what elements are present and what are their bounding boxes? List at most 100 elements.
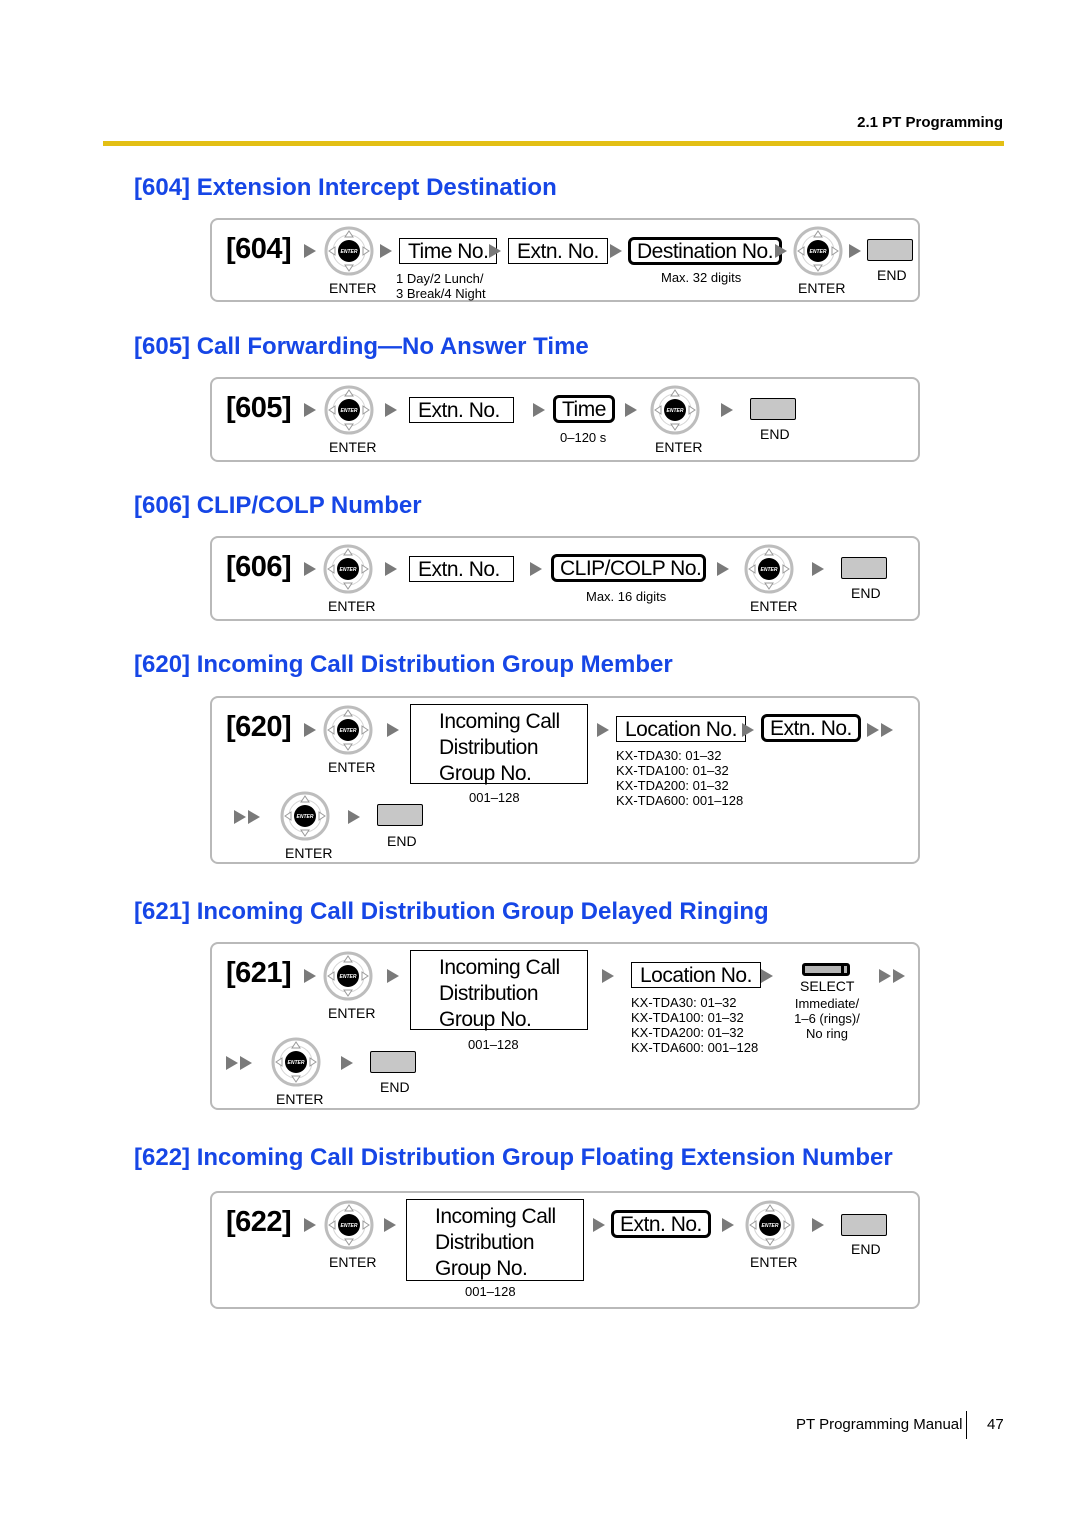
location-note: KX-TDA200: 01–32 [616,778,729,793]
arrow-icon [722,1218,734,1232]
end-key-icon[interactable] [867,239,913,261]
arrow-icon [597,723,609,737]
enter-key-icon[interactable]: ENTER [650,385,700,435]
location-no-field[interactable]: Location No. [631,962,761,988]
icd-group-no-field[interactable]: Incoming Call Distribution Group No. [406,1199,584,1281]
end-label: END [380,1079,410,1095]
enter-key-icon[interactable]: ENTER [745,1200,795,1250]
extn-no-field[interactable]: Extn. No. [409,556,514,582]
icd-group-no-field[interactable]: Incoming Call Distribution Group No. [410,950,588,1031]
arrow-icon [304,723,316,737]
footer-manual-title: PT Programming Manual [796,1416,963,1433]
icd-group-label-line1: Incoming Call [435,1205,556,1228]
enter-key-icon[interactable]: ENTER [744,544,794,594]
icd-group-note: 001–128 [465,1284,516,1299]
section-title-620: [620] Incoming Call Distribution Group M… [134,651,673,678]
icd-group-note: 001–128 [468,1037,519,1052]
end-label: END [877,267,907,283]
select-key-icon[interactable] [802,963,850,976]
icd-group-note: 001–128 [469,790,520,805]
arrow-icon [602,969,614,983]
icd-group-no-field[interactable]: Incoming Call Distribution Group No. [410,704,588,785]
section-title-622: [622] Incoming Call Distribution Group F… [134,1144,893,1171]
svg-text:ENTER: ENTER [341,1223,358,1229]
section-title-604: [604] Extension Intercept Destination [134,174,557,201]
extn-no-field[interactable]: Extn. No. [409,397,514,423]
header-divider [103,141,1004,146]
enter-key-icon[interactable]: ENTER [324,1200,374,1250]
continue-arrow-icon [226,1056,252,1070]
program-code: [622] [226,1206,292,1238]
arrow-icon [304,403,316,417]
arrow-icon [348,810,360,824]
clip-colp-no-field[interactable]: CLIP/COLP No. [551,554,706,582]
select-notes: Immediate/ 1–6 (rings)/ No ring [792,996,862,1041]
icd-group-label-line1: Incoming Call [439,710,560,733]
enter-key-icon[interactable]: ENTER [271,1037,321,1087]
icd-group-label-line3: Group No. [435,1257,528,1280]
icd-group-label-line1: Incoming Call [439,956,560,979]
arrow-icon [387,969,399,983]
enter-key-icon[interactable]: ENTER [280,791,330,841]
arrow-icon [775,244,787,258]
svg-text:ENTER: ENTER [340,728,357,734]
location-note: KX-TDA30: 01–32 [631,995,737,1010]
enter-key-icon[interactable]: ENTER [793,226,843,276]
enter-label: ENTER [276,1091,324,1107]
arrow-icon [341,1056,353,1070]
svg-text:ENTER: ENTER [340,974,357,980]
enter-label: ENTER [285,845,333,861]
end-key-icon[interactable] [750,398,796,420]
enter-key-icon[interactable]: ENTER [323,951,373,1001]
enter-key-icon[interactable]: ENTER [324,385,374,435]
arrow-icon [593,1218,605,1232]
location-notes: KX-TDA30: 01–32 KX-TDA100: 01–32 KX-TDA2… [616,748,743,808]
enter-label: ENTER [655,439,703,455]
enter-label: ENTER [750,598,798,614]
select-note: No ring [806,1026,848,1041]
svg-text:ENTER: ENTER [297,814,314,820]
arrow-icon [304,562,316,576]
program-code: [606] [226,551,292,583]
enter-key-icon[interactable]: ENTER [324,226,374,276]
flow-panel-622: [622] ENTER ENTER Incoming Call Distribu… [210,1191,920,1309]
end-label: END [760,426,790,442]
arrow-icon [304,244,316,258]
time-note: 0–120 s [560,430,607,445]
arrow-icon [717,562,729,576]
svg-text:ENTER: ENTER [288,1060,305,1066]
time-no-note: 3 Break/4 Night [396,286,486,301]
flow-panel-620: [620] ENTER ENTER Incoming Call Distribu… [210,696,920,864]
enter-label: ENTER [798,280,846,296]
section-title-606: [606] CLIP/COLP Number [134,492,422,519]
end-key-icon[interactable] [841,1214,887,1236]
enter-key-icon[interactable]: ENTER [323,544,373,594]
extn-no-field[interactable]: Extn. No. [611,1210,711,1238]
svg-text:ENTER: ENTER [762,1223,779,1229]
svg-text:ENTER: ENTER [667,408,684,414]
section-title-621: [621] Incoming Call Distribution Group D… [134,898,769,925]
select-note: 1–6 (rings)/ [794,1011,860,1026]
location-no-field[interactable]: Location No. [616,716,746,742]
arrow-icon [761,969,773,983]
flow-panel-605: [605] ENTER ENTER Extn. No. Time 0–120 s… [210,377,920,462]
time-no-field[interactable]: Time No. [399,238,498,264]
continue-arrow-icon [867,723,893,737]
extn-no-field[interactable]: Extn. No. [508,238,608,264]
destination-no-field[interactable]: Destination No. [628,237,783,265]
arrow-icon [304,1218,316,1232]
arrow-icon [385,403,397,417]
continue-arrow-icon [234,810,260,824]
time-field[interactable]: Time [553,395,615,423]
program-code: [604] [226,233,292,265]
icd-group-label-line2: Distribution [435,1231,535,1254]
enter-key-icon[interactable]: ENTER [323,705,373,755]
select-label: SELECT [800,978,855,994]
location-note: KX-TDA600: 001–128 [616,793,744,808]
end-key-icon[interactable] [377,804,423,826]
extn-no-field[interactable]: Extn. No. [761,714,861,742]
end-key-icon[interactable] [370,1051,416,1073]
end-key-icon[interactable] [841,557,887,579]
icd-group-label-line3: Group No. [439,1008,532,1031]
destination-note: Max. 32 digits [661,270,742,285]
